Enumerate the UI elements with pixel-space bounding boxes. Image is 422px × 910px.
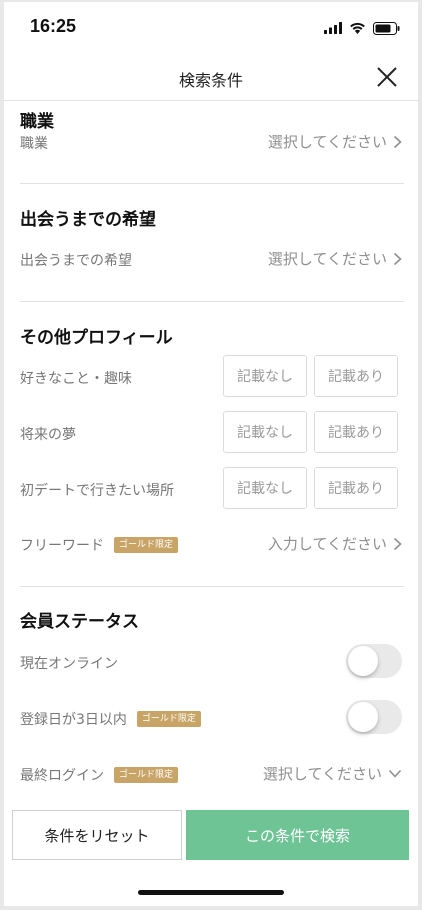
- dream-label: 将来の夢: [20, 424, 76, 444]
- freeword-label: フリーワード ゴールド限定: [20, 535, 179, 555]
- section-title-occupation: 職業: [20, 112, 54, 132]
- chevron-right-icon: [393, 537, 402, 550]
- hope-label: 出会うまでの希望: [20, 250, 132, 270]
- gold-only-badge: ゴールド限定: [136, 711, 201, 727]
- occupation-select-value: 選択してください: [267, 133, 387, 151]
- footer-bar: 条件をリセット この条件で検索: [4, 806, 418, 906]
- status-bar: 16:25: [4, 2, 418, 52]
- close-icon: [377, 67, 397, 87]
- toggle-knob: [348, 646, 378, 676]
- freeword-label-text: フリーワード: [20, 538, 104, 554]
- first-date-label-text: 初デートで行きたい場所: [20, 483, 174, 499]
- registered-label-text: 登録日が3日以内: [20, 712, 127, 728]
- hope-select[interactable]: 選択してください: [268, 248, 402, 269]
- last-login-label-text: 最終ログイン: [20, 768, 104, 784]
- phone-screen: 16:25 検索条件 職業 職業 選択してください 出会うまでの希望 出会うまで…: [4, 2, 418, 906]
- search-button[interactable]: この条件で検索: [186, 810, 409, 860]
- hope-select-value: 選択してください: [267, 250, 387, 268]
- search-conditions-list[interactable]: 職業 職業 選択してください 出会うまでの希望 出会うまでの希望 選択してくださ…: [4, 101, 418, 806]
- first-date-label: 初デートで行きたい場所: [20, 480, 174, 500]
- chevron-down-icon: [388, 769, 402, 778]
- occupation-label-text: 職業: [20, 136, 48, 152]
- freeword-input[interactable]: 入力してください: [268, 533, 402, 554]
- first-date-option-exists[interactable]: 記載あり: [314, 467, 398, 509]
- status-time: 16:25: [30, 16, 77, 36]
- section-title-member-status: 会員ステータス: [20, 612, 139, 632]
- signal-icon: [324, 22, 342, 34]
- dream-option-none[interactable]: 記載なし: [223, 411, 307, 453]
- status-icons: [324, 20, 400, 36]
- wifi-icon: [350, 22, 365, 34]
- registered-toggle[interactable]: [346, 700, 402, 734]
- section-title-hope: 出会うまでの希望: [20, 210, 156, 230]
- gold-only-badge: ゴールド限定: [114, 767, 179, 783]
- gold-only-badge: ゴールド限定: [114, 537, 179, 553]
- battery-icon: [373, 21, 400, 35]
- divider: [20, 301, 404, 302]
- home-indicator: [138, 890, 284, 895]
- online-label: 現在オンライン: [20, 653, 118, 673]
- freeword-input-placeholder: 入力してください: [267, 535, 387, 553]
- dream-label-text: 将来の夢: [20, 427, 76, 443]
- toggle-knob: [348, 702, 378, 732]
- last-login-select[interactable]: 選択してください: [263, 763, 402, 784]
- last-login-select-value: 選択してください: [262, 765, 382, 783]
- hobby-label: 好きなこと・趣味: [20, 368, 132, 388]
- divider: [20, 183, 404, 184]
- section-title-other-profile: その他プロフィール: [20, 328, 173, 348]
- close-button[interactable]: [374, 64, 400, 90]
- occupation-label: 職業: [20, 133, 48, 153]
- hobby-label-text: 好きなこと・趣味: [20, 371, 132, 387]
- hope-label-text: 出会うまでの希望: [20, 253, 132, 269]
- last-login-label: 最終ログイン ゴールド限定: [20, 765, 179, 785]
- first-date-option-none[interactable]: 記載なし: [223, 467, 307, 509]
- reset-button[interactable]: 条件をリセット: [12, 810, 182, 860]
- hobby-option-exists[interactable]: 記載あり: [314, 355, 398, 397]
- chevron-right-icon: [393, 135, 402, 148]
- registered-label: 登録日が3日以内 ゴールド限定: [20, 709, 201, 729]
- divider: [20, 586, 404, 587]
- dream-option-exists[interactable]: 記載あり: [314, 411, 398, 453]
- page-title: 検索条件: [178, 71, 243, 90]
- online-label-text: 現在オンライン: [20, 656, 118, 672]
- online-toggle[interactable]: [346, 644, 402, 678]
- chevron-right-icon: [393, 252, 402, 265]
- occupation-select[interactable]: 選択してください: [268, 131, 402, 152]
- nav-header: 検索条件: [4, 54, 418, 101]
- hobby-option-none[interactable]: 記載なし: [223, 355, 307, 397]
